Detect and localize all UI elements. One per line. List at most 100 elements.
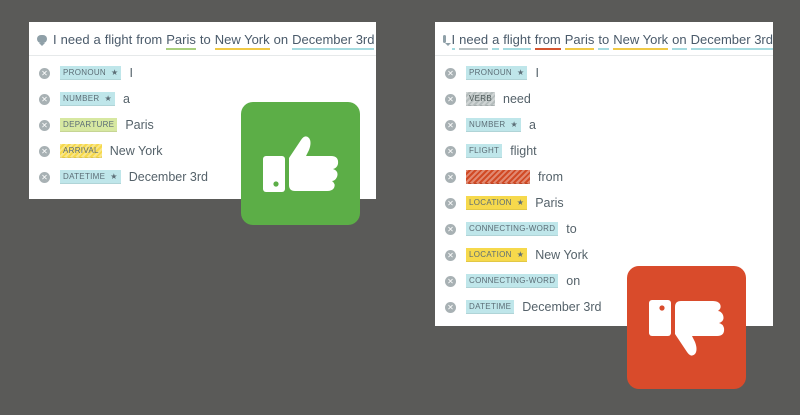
close-circle-icon[interactable]: ✕ xyxy=(39,93,50,105)
entity-row: ✕ CONNECTING-WORD to xyxy=(435,216,773,242)
star-icon[interactable]: ★ xyxy=(110,172,117,181)
entity-value: I xyxy=(535,66,539,80)
close-circle-icon[interactable]: ✕ xyxy=(445,301,456,313)
close-circle-icon[interactable]: ✕ xyxy=(445,67,456,79)
close-circle-icon[interactable]: ✕ xyxy=(445,93,456,105)
entity-tag[interactable]: VERB xyxy=(466,92,495,106)
entity-row: ✕ PRONOUN ★ I xyxy=(29,60,376,86)
entity-tag-label: CONNECTING-WORD xyxy=(469,224,556,233)
entity-tag[interactable]: NUMBER ★ xyxy=(466,118,521,132)
query-token[interactable]: a xyxy=(492,31,500,50)
entity-tag-label: ARRIVAL xyxy=(63,146,99,155)
close-circle-icon[interactable]: ✕ xyxy=(445,223,456,235)
close-circle-icon[interactable]: ✕ xyxy=(39,145,50,157)
close-circle-icon[interactable]: ✕ xyxy=(445,249,456,261)
query-token[interactable]: to xyxy=(200,32,211,48)
entity-value: I xyxy=(129,66,133,80)
entity-value: to xyxy=(566,222,577,236)
star-icon[interactable]: ★ xyxy=(111,68,118,77)
query-token[interactable]: on xyxy=(274,32,288,48)
query-tokens: Ineed a flight from Paris to New York on Decembe… xyxy=(451,31,773,50)
close-circle-icon[interactable]: ✕ xyxy=(445,197,456,209)
entity-tag[interactable]: CONNECTING-WORD xyxy=(466,274,559,288)
query-token[interactable]: flight xyxy=(503,31,531,50)
entity-tag[interactable]: CONNECTING-WORD xyxy=(466,222,559,236)
entity-tag-label: VERB xyxy=(469,94,492,103)
query-token[interactable]: December 3rd xyxy=(292,31,375,50)
entity-tag-label xyxy=(469,172,472,181)
close-circle-icon[interactable]: ✕ xyxy=(445,171,456,183)
thumbs-up-badge xyxy=(241,102,360,225)
star-icon[interactable]: ★ xyxy=(517,68,524,77)
entity-tag[interactable]: DATETIME xyxy=(466,300,515,314)
entity-row: ✕ PRONOUN ★ I xyxy=(435,60,773,86)
query-token[interactable]: I xyxy=(451,31,456,50)
entity-row: ✕ LOCATION ★ New York xyxy=(435,242,773,268)
query-token[interactable]: flight xyxy=(105,32,132,48)
entity-tag[interactable] xyxy=(466,170,530,184)
entity-row: ✕ FLIGHT flight xyxy=(435,138,773,164)
entity-value: from xyxy=(538,170,563,184)
close-circle-icon[interactable]: ✕ xyxy=(39,67,50,79)
divider xyxy=(435,55,773,56)
entity-tag[interactable]: DATETIME ★ xyxy=(60,170,121,184)
entity-value: need xyxy=(503,92,531,106)
query-token[interactable]: I xyxy=(53,32,57,48)
entity-tag[interactable]: ARRIVAL xyxy=(60,144,102,158)
query-token[interactable]: from xyxy=(136,32,162,48)
entity-tag[interactable]: LOCATION ★ xyxy=(466,196,528,210)
entity-row: ✕ NUMBER ★ a xyxy=(435,112,773,138)
entity-row: ✕ LOCATION ★ Paris xyxy=(435,190,773,216)
entity-row: ✕ VERB need xyxy=(435,86,773,112)
star-icon[interactable]: ★ xyxy=(104,94,111,103)
query-token[interactable]: New York xyxy=(214,31,270,50)
query-token[interactable]: need xyxy=(459,31,489,50)
query-token[interactable]: Paris xyxy=(166,31,196,50)
query-token[interactable]: Paris xyxy=(564,31,595,50)
entity-tag[interactable]: NUMBER ★ xyxy=(60,92,115,106)
entity-tag-label: DATETIME xyxy=(63,172,106,181)
star-icon[interactable]: ★ xyxy=(517,198,524,207)
entity-value: December 3rd xyxy=(522,300,602,314)
entity-tag[interactable]: PRONOUN ★ xyxy=(466,66,528,80)
close-circle-icon[interactable]: ✕ xyxy=(445,275,456,287)
entity-tag[interactable]: PRONOUN ★ xyxy=(60,66,122,80)
query-token[interactable]: on xyxy=(672,31,687,50)
entity-tag-label: PRONOUN xyxy=(63,68,106,77)
star-icon[interactable]: ★ xyxy=(510,120,517,129)
entity-row: ✕ from xyxy=(435,164,773,190)
entity-tag[interactable]: FLIGHT xyxy=(466,144,503,158)
star-icon[interactable]: ★ xyxy=(517,250,524,259)
query-token[interactable]: New York xyxy=(613,31,669,50)
entity-tag-label: DEPARTURE xyxy=(63,120,115,129)
query-token[interactable]: from xyxy=(534,31,561,50)
entity-value: December 3rd xyxy=(128,170,208,184)
thumbs-down-icon xyxy=(648,299,724,356)
query-sentence: Ineed a flight from Paris to New York on Decembe… xyxy=(37,28,376,50)
entity-value: a xyxy=(528,118,536,132)
entity-tag[interactable]: LOCATION ★ xyxy=(466,248,528,262)
entity-tag-label: FLIGHT xyxy=(469,146,500,155)
query-token[interactable]: to xyxy=(598,31,610,50)
query-token[interactable]: need xyxy=(61,32,90,48)
entity-value: New York xyxy=(109,144,163,158)
query-sentence: Ineed a flight from Paris to New York on Decembe… xyxy=(443,28,773,50)
entity-value: a xyxy=(122,92,130,106)
speech-bubble-icon xyxy=(37,35,47,46)
close-circle-icon[interactable]: ✕ xyxy=(445,119,456,131)
entity-value: Paris xyxy=(535,196,564,210)
thumbs-down-badge xyxy=(627,266,746,389)
thumbs-up-icon xyxy=(262,135,338,192)
entity-tag-label: LOCATION xyxy=(469,250,512,259)
divider xyxy=(29,55,376,56)
query-tokens: Ineed a flight from Paris to New York on Decembe… xyxy=(53,31,375,50)
speech-bubble-icon xyxy=(443,35,450,46)
query-token[interactable]: a xyxy=(94,32,101,48)
entity-value: Paris xyxy=(125,118,154,132)
entity-tag[interactable]: DEPARTURE xyxy=(60,118,118,132)
close-circle-icon[interactable]: ✕ xyxy=(39,119,50,131)
query-token[interactable]: December 3rd xyxy=(690,31,773,50)
entity-tag-label: LOCATION xyxy=(469,198,512,207)
close-circle-icon[interactable]: ✕ xyxy=(445,145,456,157)
close-circle-icon[interactable]: ✕ xyxy=(39,171,50,183)
